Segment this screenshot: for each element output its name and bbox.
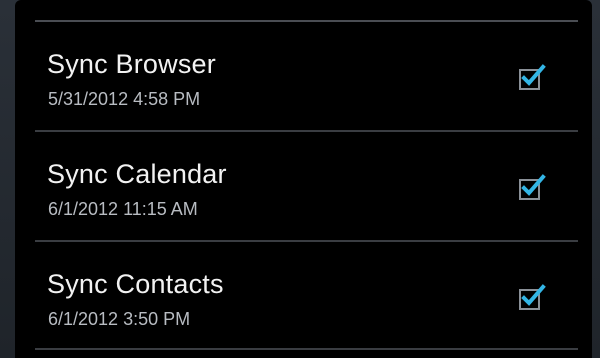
sync-item-contacts[interactable]: Sync Contacts 6/1/2012 3:50 PM: [35, 242, 578, 350]
sync-item-timestamp: 5/31/2012 4:58 PM: [48, 89, 201, 109]
checkbox-checked-icon[interactable]: [518, 173, 546, 201]
checkbox-checked-icon[interactable]: [518, 63, 546, 91]
screen: Sync Browser 5/31/2012 4:58 PM Sync Cale…: [0, 0, 600, 358]
list-divider: [35, 348, 578, 350]
sync-item-title: Sync Browser: [47, 49, 216, 79]
sync-item-calendar[interactable]: Sync Calendar 6/1/2012 11:15 AM: [35, 132, 578, 240]
sync-settings-list: Sync Browser 5/31/2012 4:58 PM Sync Cale…: [15, 0, 592, 358]
sync-item-timestamp: 6/1/2012 11:15 AM: [48, 199, 198, 219]
checkbox-checked-icon[interactable]: [518, 283, 546, 311]
sync-item-title: Sync Contacts: [47, 269, 224, 299]
sync-item-timestamp: 6/1/2012 3:50 PM: [48, 309, 191, 329]
sync-item-browser[interactable]: Sync Browser 5/31/2012 4:58 PM: [35, 22, 578, 130]
sync-item-title: Sync Calendar: [47, 159, 227, 189]
